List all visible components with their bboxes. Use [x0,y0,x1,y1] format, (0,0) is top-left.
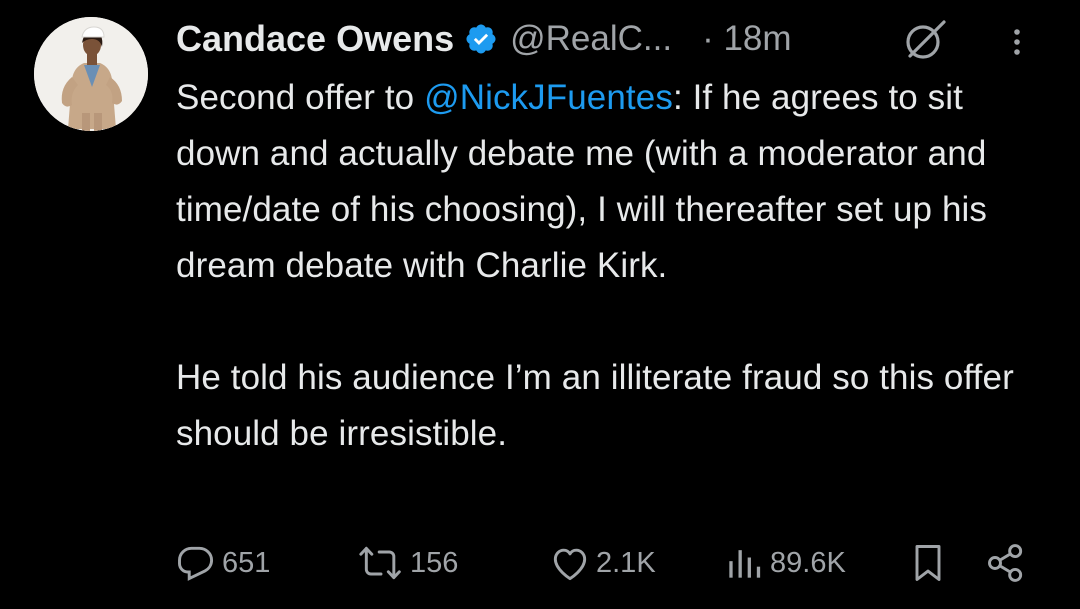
timestamp[interactable]: · 18m [702,19,791,59]
more-vertical-icon[interactable] [1008,24,1026,60]
repost-button[interactable]: 156 [356,538,458,588]
bookmark-button[interactable] [908,538,952,588]
like-button[interactable]: 2.1K [548,538,656,588]
views-button[interactable]: 89.6K [722,538,846,588]
tweet-paragraph-2: He told his audience I’m an illiterate f… [176,358,1014,453]
tweet[interactable]: Candace Owens @RealC... · 18m Second off… [0,0,1080,609]
bookmark-icon [915,545,941,581]
avatar[interactable] [34,17,148,131]
views-count: 89.6K [770,546,846,579]
heart-icon [553,548,587,581]
reply-count: 651 [222,546,271,579]
repost-count: 156 [410,546,459,579]
verified-badge-icon [464,22,498,56]
reply-button[interactable]: 651 [174,538,270,588]
share-button[interactable] [984,538,1032,588]
grok-icon[interactable] [900,16,950,66]
tweet-text: Second offer to @NickJFuentes: If he agr… [176,70,1056,462]
tweet-actions: 651 156 2.1K 89.6K [0,538,1080,588]
tweet-text-lead: Second offer to [176,78,425,117]
mention-link[interactable]: @NickJFuentes [424,78,673,117]
repost-icon [359,546,401,580]
tweet-paragraph-1: Second offer to @NickJFuentes: If he agr… [176,70,1056,294]
reply-icon [178,546,214,581]
views-icon [729,550,761,578]
like-count: 2.1K [596,546,656,579]
tweet-header: Candace Owens @RealC... · 18m [176,14,1056,64]
author-handle[interactable]: @RealC... [510,19,672,59]
author-name[interactable]: Candace Owens [176,18,454,60]
share-icon [988,544,1023,582]
